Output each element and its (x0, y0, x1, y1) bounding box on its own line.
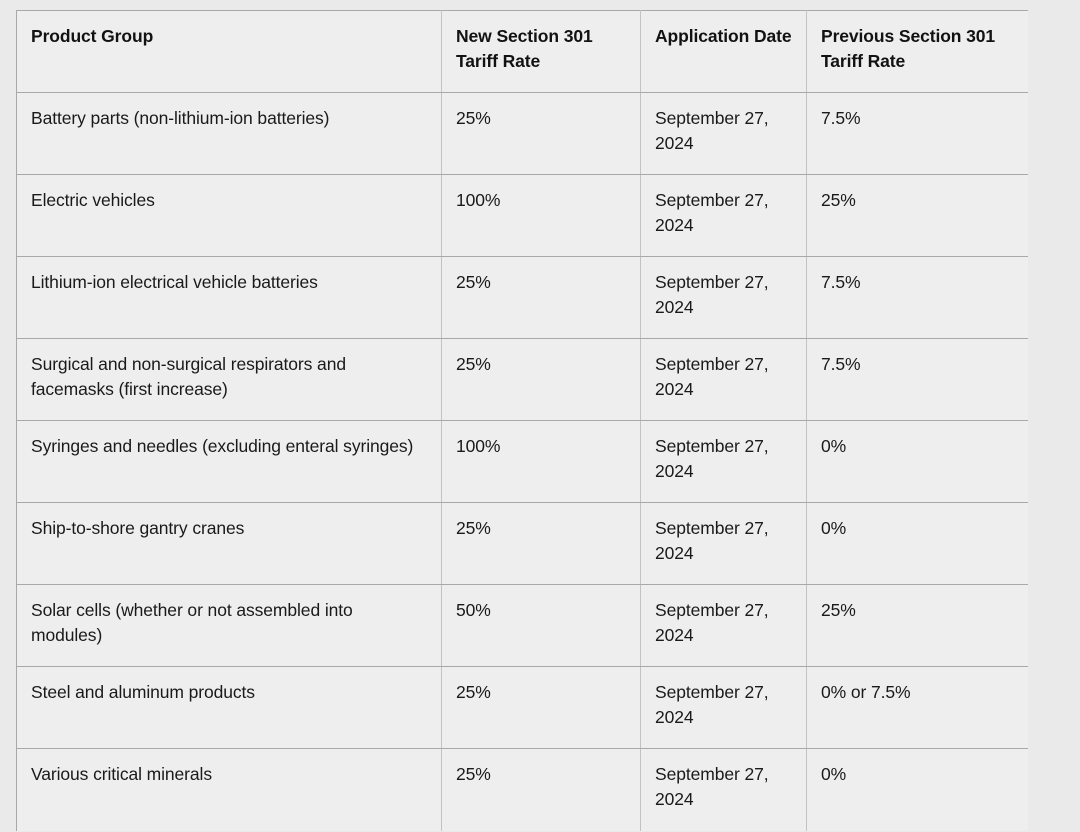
table-row: Solar cells (whether or not assembled in… (16, 584, 1028, 667)
table-row: Electric vehicles 100% September 27, 2024 2… (16, 174, 1028, 257)
cell-product-group: Electric vehicles (16, 174, 442, 257)
cell-product-group: Various critical minerals (16, 748, 442, 831)
cell-application-date: September 27, 2024 (640, 420, 807, 503)
cell-product-group: Ship-to-shore gantry cranes (16, 502, 442, 585)
cell-application-date: September 27, 2024 (640, 338, 807, 421)
table-row: Various critical minerals 25% September 27… (16, 748, 1028, 831)
cell-application-date: September 27, 2024 (640, 584, 807, 667)
cell-application-date: September 27, 2024 (640, 666, 807, 749)
table-row: Surgical and non-surgical respirators an… (16, 338, 1028, 421)
table-header-row: Product Group New Section 301 Tariff Rat… (16, 10, 1028, 93)
cell-application-date: September 27, 2024 (640, 256, 807, 339)
cell-previous-tariff-rate: 0% (806, 502, 1028, 585)
column-header-new-section-301-tariff-rate: New Section 301 Tariff Rate (441, 10, 641, 93)
table-body: Battery parts (non-lithium-ion batteries… (16, 92, 1028, 831)
cell-previous-tariff-rate: 25% (806, 174, 1028, 257)
cell-previous-tariff-rate: 0% (806, 420, 1028, 503)
cell-product-group: Syringes and needles (excluding enteral … (16, 420, 442, 503)
cell-new-tariff-rate: 25% (441, 666, 641, 749)
cell-new-tariff-rate: 25% (441, 92, 641, 175)
cell-product-group: Surgical and non-surgical respirators an… (16, 338, 442, 421)
cell-application-date: September 27, 2024 (640, 748, 807, 831)
table-header: Product Group New Section 301 Tariff Rat… (16, 10, 1028, 93)
cell-new-tariff-rate: 50% (441, 584, 641, 667)
table-row: Lithium-ion electrical vehicle batteries… (16, 256, 1028, 339)
cell-new-tariff-rate: 100% (441, 174, 641, 257)
tariff-table: Product Group New Section 301 Tariff Rat… (16, 10, 1028, 831)
cell-new-tariff-rate: 25% (441, 256, 641, 339)
tariff-table-container: Product Group New Section 301 Tariff Rat… (16, 10, 1028, 831)
cell-previous-tariff-rate: 25% (806, 584, 1028, 667)
cell-application-date: September 27, 2024 (640, 92, 807, 175)
cell-new-tariff-rate: 100% (441, 420, 641, 503)
cell-new-tariff-rate: 25% (441, 748, 641, 831)
cell-product-group: Solar cells (whether or not assembled in… (16, 584, 442, 667)
cell-new-tariff-rate: 25% (441, 502, 641, 585)
cell-product-group: Battery parts (non-lithium-ion batteries… (16, 92, 442, 175)
cell-previous-tariff-rate: 7.5% (806, 92, 1028, 175)
table-row: Steel and aluminum products 25% September … (16, 666, 1028, 749)
column-header-application-date: Application Date (640, 10, 807, 93)
column-header-previous-section-301-tariff-rate: Previous Section 301 Tariff Rate (806, 10, 1028, 93)
cell-previous-tariff-rate: 0% (806, 748, 1028, 831)
table-row: Syringes and needles (excluding enteral … (16, 420, 1028, 503)
table-row: Ship-to-shore gantry cranes 25% September … (16, 502, 1028, 585)
cell-previous-tariff-rate: 0% or 7.5% (806, 666, 1028, 749)
cell-application-date: September 27, 2024 (640, 174, 807, 257)
cell-product-group: Steel and aluminum products (16, 666, 442, 749)
cell-new-tariff-rate: 25% (441, 338, 641, 421)
cell-application-date: September 27, 2024 (640, 502, 807, 585)
column-header-product-group: Product Group (16, 10, 442, 93)
cell-previous-tariff-rate: 7.5% (806, 338, 1028, 421)
page-root: Product Group New Section 301 Tariff Rat… (0, 0, 1080, 832)
table-row: Battery parts (non-lithium-ion batteries… (16, 92, 1028, 175)
cell-previous-tariff-rate: 7.5% (806, 256, 1028, 339)
cell-product-group: Lithium-ion electrical vehicle batteries (16, 256, 442, 339)
